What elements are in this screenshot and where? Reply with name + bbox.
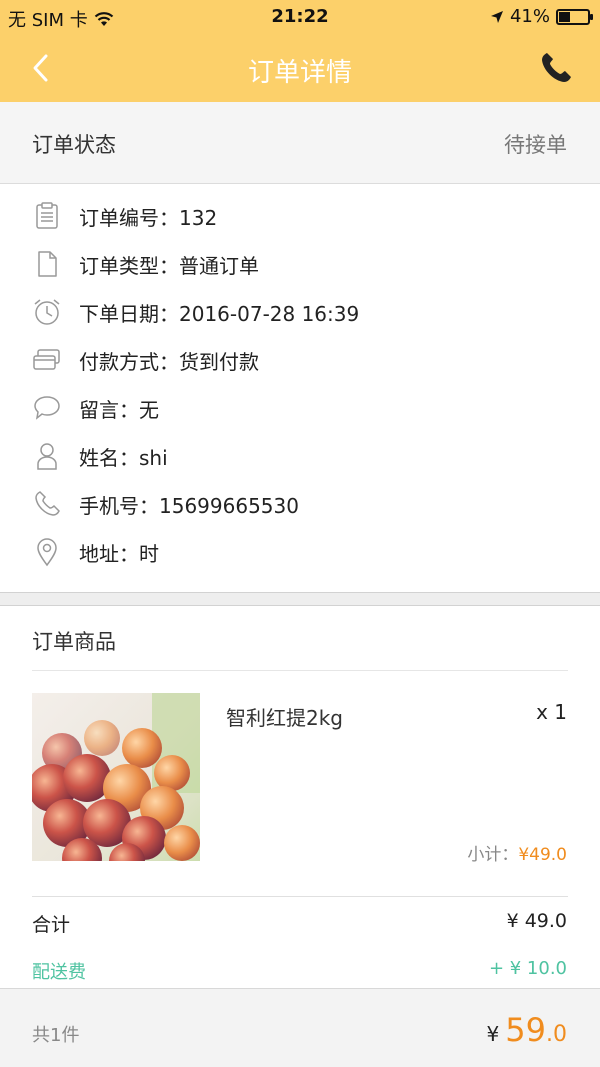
battery-percent: 41% — [509, 6, 550, 27]
page-title: 订单详情 — [247, 58, 352, 88]
phone-row: 手机号：15699665530 — [32, 487, 299, 521]
nav-bar: 订单详情 — [0, 34, 600, 102]
payment-method-row: 付款方式：货到付款 — [32, 343, 259, 377]
order-number-text: 订单编号：132 — [79, 205, 218, 230]
delivery-fee-label: 配送费 — [32, 962, 86, 983]
battery-icon — [556, 8, 593, 25]
order-status-label: 订单状态 — [32, 133, 116, 157]
address-row: 地址：时 — [32, 535, 159, 569]
product-image[interactable] — [32, 693, 200, 861]
call-button[interactable] — [536, 48, 576, 88]
divider — [32, 670, 568, 671]
subtotal-label: 小计： — [467, 845, 519, 865]
subtotal-amount: ¥49.0 — [518, 845, 567, 865]
clipboard-icon — [32, 201, 62, 231]
total-label: 合计 — [32, 914, 71, 936]
order-number-row: 订单编号：132 — [32, 199, 217, 233]
divider — [32, 896, 568, 897]
total-value: ¥ 49.0 — [506, 910, 567, 932]
bottom-summary-bar: 共1件 ¥ 59 .0 — [0, 988, 600, 1067]
message-row: 留言：无 — [32, 391, 159, 425]
payment-method-text: 付款方式：货到付款 — [79, 349, 259, 374]
phone-icon — [542, 53, 571, 82]
price-integer: 59 — [505, 1011, 546, 1049]
product-subtotal: 小计：¥49.0 — [467, 840, 567, 865]
order-type-row: 订单类型：普通订单 — [32, 247, 259, 281]
location-arrow-icon — [490, 10, 503, 23]
product-quantity: x 1 — [536, 700, 567, 724]
message-text: 留言：无 — [79, 397, 159, 422]
speech-bubble-icon — [32, 393, 62, 423]
order-goods-section: 订单商品 智利红提2kg x 1 小计：¥49.0 合计 ¥ 49.0 配送费 … — [0, 606, 600, 988]
alarm-clock-icon — [32, 297, 62, 327]
order-status-row: 订单状态 待接单 — [0, 102, 600, 184]
order-info-list: 订单编号：132 订单类型：普通订单 下单日期：2016-07-28 16:39… — [0, 184, 600, 592]
delivery-fee-value: + ¥ 10.0 — [488, 958, 567, 979]
payment-card-icon — [32, 345, 62, 375]
section-separator — [0, 592, 600, 606]
order-status-value: 待接单 — [504, 133, 567, 157]
address-text: 地址：时 — [79, 541, 159, 566]
order-type-text: 订单类型：普通订单 — [79, 253, 259, 278]
phone-icon — [32, 489, 62, 519]
status-bar: 无 SIM 卡 21:22 41% — [0, 0, 600, 34]
status-right: 41% — [490, 6, 593, 27]
battery-fill — [559, 11, 570, 22]
product-name: 智利红提2kg — [226, 706, 344, 730]
name-row: 姓名：shi — [32, 439, 168, 473]
item-count: 共1件 — [32, 1025, 80, 1046]
order-date-text: 下单日期：2016-07-28 16:39 — [79, 301, 360, 326]
location-pin-icon — [32, 537, 62, 567]
document-icon — [32, 249, 62, 279]
currency-symbol: ¥ — [486, 1022, 500, 1046]
total-price: ¥ 59 .0 — [487, 1011, 567, 1049]
price-decimal: .0 — [546, 1022, 567, 1047]
name-text: 姓名：shi — [79, 445, 168, 470]
person-icon — [32, 441, 62, 471]
order-date-row: 下单日期：2016-07-28 16:39 — [32, 295, 359, 329]
goods-section-title: 订单商品 — [32, 630, 116, 654]
phone-number-text: 手机号：15699665530 — [79, 493, 299, 518]
